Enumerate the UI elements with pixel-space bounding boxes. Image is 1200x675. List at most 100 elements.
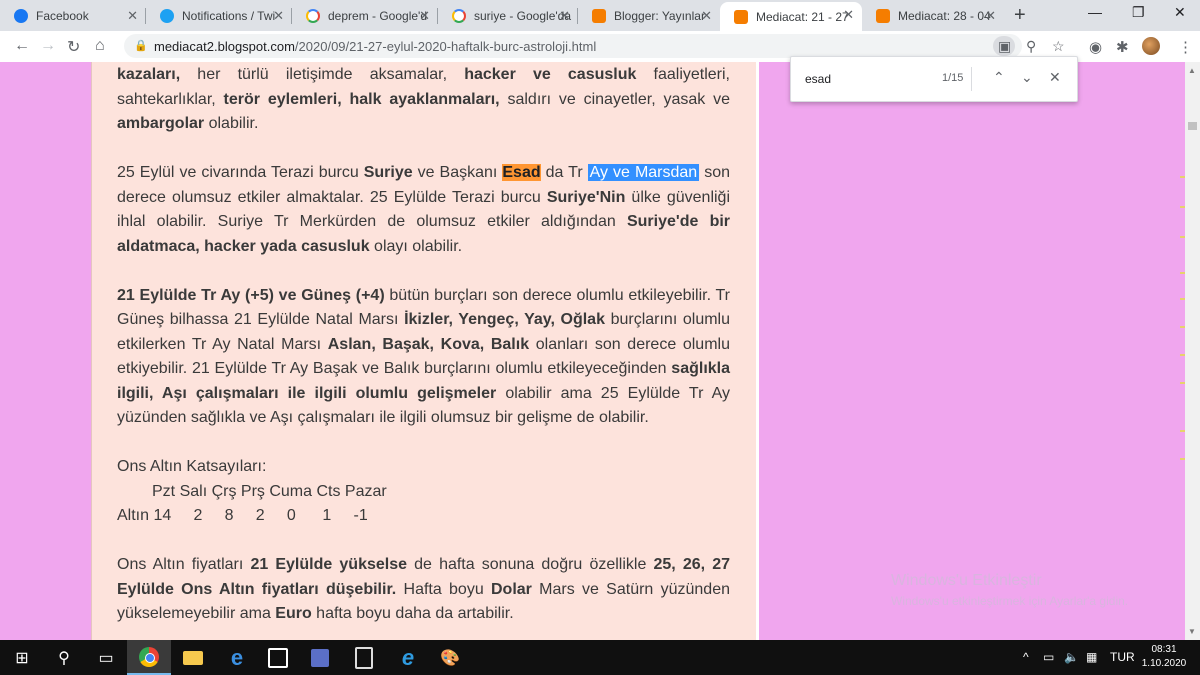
extensions-puzzle-icon[interactable]: ✱ bbox=[1116, 38, 1129, 56]
close-tab-icon[interactable]: ✕ bbox=[985, 8, 996, 24]
taskbar-file-explorer[interactable] bbox=[171, 640, 215, 675]
gold-values-row: Altın 14 2 8 2 0 1 -1 bbox=[117, 507, 368, 524]
reload-icon[interactable]: ↻ bbox=[67, 37, 80, 57]
task-view-button[interactable]: ▭ bbox=[84, 640, 128, 675]
watermark-title: Windows'u Etkinleştir bbox=[891, 572, 1042, 589]
edge-icon: e bbox=[230, 644, 244, 670]
battery-icon[interactable]: ▭ bbox=[1043, 650, 1054, 664]
find-input[interactable]: esad bbox=[805, 72, 831, 86]
taskbar-edge[interactable]: e bbox=[215, 640, 259, 675]
text: ve Başkanı bbox=[412, 164, 503, 181]
close-tab-icon[interactable]: ✕ bbox=[701, 8, 712, 24]
scroll-down-icon[interactable]: ▼ bbox=[1188, 627, 1196, 636]
volume-icon[interactable]: 🔈 bbox=[1064, 650, 1079, 664]
close-tab-icon[interactable]: ✕ bbox=[843, 7, 854, 23]
extension-circle-icon[interactable]: ◉ bbox=[1089, 38, 1102, 56]
lock-icon[interactable]: 🔒 bbox=[134, 39, 148, 52]
folder-icon bbox=[183, 650, 203, 665]
page-viewport: kazaları, her türlü iletişimde aksamalar… bbox=[0, 62, 1200, 640]
bold-text: Suriye'Nin bbox=[546, 188, 626, 206]
language-indicator[interactable]: TUR bbox=[1110, 650, 1135, 664]
profile-avatar[interactable] bbox=[1142, 37, 1160, 55]
find-match-current: Esad bbox=[502, 164, 541, 181]
bold-text: 21 Eylülde yükselse bbox=[250, 556, 408, 573]
restore-icon[interactable]: ❐ bbox=[1132, 4, 1145, 21]
zoom-icon[interactable]: ⚲ bbox=[1026, 38, 1036, 55]
close-tab-icon[interactable]: ✕ bbox=[127, 8, 138, 24]
close-window-icon[interactable]: ✕ bbox=[1174, 4, 1186, 21]
clock[interactable]: 08:31 1.10.2020 bbox=[1134, 643, 1194, 671]
taskbar-chrome[interactable] bbox=[127, 640, 171, 675]
paragraph-3: 21 Eylülde Tr Ay (+5) ve Güneş (+4) bütü… bbox=[117, 284, 730, 431]
search-icon: ⚲ bbox=[58, 649, 70, 667]
close-tab-icon[interactable]: ✕ bbox=[419, 8, 430, 24]
chrome-icon bbox=[139, 646, 159, 667]
tab-facebook[interactable]: Facebook ✕ bbox=[0, 3, 146, 29]
watermark-subtitle: Windows'u etkinleştirmek için Ayarlar'a … bbox=[891, 594, 1129, 608]
menu-kebab-icon[interactable]: ⋮ bbox=[1178, 38, 1193, 56]
tab-google-deprem[interactable]: deprem - Google'd ✕ bbox=[292, 3, 438, 29]
home-icon[interactable]: ⌂ bbox=[95, 37, 105, 55]
google-icon bbox=[306, 9, 320, 23]
store-icon bbox=[268, 647, 288, 668]
close-tab-icon[interactable]: ✕ bbox=[273, 8, 284, 24]
page-scrollbar[interactable]: ▲ ▼ bbox=[1185, 62, 1200, 640]
new-tab-icon[interactable]: + bbox=[1014, 4, 1026, 27]
taskbar-word[interactable] bbox=[298, 640, 342, 675]
bold-text: Suriye bbox=[363, 164, 413, 181]
tab-google-suriye[interactable]: suriye - Google'da ✕ bbox=[438, 3, 578, 29]
find-in-page-icon[interactable]: ▣ bbox=[998, 38, 1011, 55]
tab-blogger[interactable]: Blogger: Yayınlar ✕ bbox=[578, 3, 720, 29]
tab-twitter[interactable]: Notifications / Twi ✕ bbox=[146, 3, 292, 29]
bold-text: Aslan, Başak, Kova, Balık bbox=[327, 335, 530, 353]
bold-text: 21 Eylülde Tr Ay (+5) ve Güneş (+4) bbox=[117, 286, 385, 304]
find-next-icon[interactable]: ⌄ bbox=[1021, 69, 1033, 86]
tab-strip: Facebook ✕ Notifications / Twi ✕ deprem … bbox=[0, 0, 1200, 31]
paragraph-1: kazaları, her türlü iletişimde aksamalar… bbox=[117, 63, 730, 137]
scroll-up-icon[interactable]: ▲ bbox=[1188, 66, 1196, 75]
taskbar-internet-explorer[interactable]: e bbox=[386, 640, 430, 675]
gold-days-row: Pzt Salı Çrş Prş Cuma Cts Pazar bbox=[152, 482, 387, 500]
find-divider bbox=[971, 67, 972, 91]
google-icon bbox=[452, 9, 466, 23]
find-previous-icon[interactable]: ⌃ bbox=[993, 69, 1005, 86]
taskbar-store[interactable] bbox=[256, 640, 300, 675]
scrollbar-thumb[interactable] bbox=[1188, 122, 1197, 130]
text: olabilir. bbox=[204, 115, 259, 132]
minimize-icon[interactable]: — bbox=[1088, 4, 1102, 20]
twitter-icon bbox=[160, 9, 174, 23]
back-icon[interactable]: ← bbox=[14, 37, 30, 55]
facebook-icon bbox=[14, 9, 28, 23]
clock-date: 1.10.2020 bbox=[1141, 658, 1187, 669]
taskbar-calculator[interactable] bbox=[342, 640, 386, 675]
bookmark-star-icon[interactable]: ☆ bbox=[1052, 38, 1065, 55]
paragraph-4: Ons Altın fiyatları 21 Eylülde yükselse … bbox=[117, 553, 730, 627]
find-bar: esad 1/15 ⌃ ⌄ ✕ bbox=[790, 56, 1078, 102]
find-close-icon[interactable]: ✕ bbox=[1049, 69, 1061, 86]
taskbar-paint[interactable]: 🎨 bbox=[428, 640, 472, 675]
url-text[interactable]: mediacat2.blogspot.com/2020/09/21-27-eyl… bbox=[154, 39, 596, 54]
text: Hafta boyu bbox=[396, 580, 491, 598]
internet-explorer-icon: e bbox=[401, 644, 415, 670]
forward-icon[interactable]: → bbox=[40, 37, 56, 55]
text: her türlü iletişimde aksamalar, bbox=[180, 66, 465, 83]
paragraph-2: 25 Eylül ve civarında Terazi burcu Suriy… bbox=[117, 161, 730, 259]
text: hafta boyu daha da artabilir. bbox=[311, 605, 514, 622]
gold-heading: Ons Altın Katsayıları: bbox=[117, 458, 267, 475]
article-body: kazaları, her türlü iletişimde aksamalar… bbox=[91, 62, 759, 640]
bold-text: terör eylemleri, halk ayaklanmaları, bbox=[223, 90, 500, 108]
bold-text: hacker ve casusluk bbox=[464, 66, 637, 83]
close-tab-icon[interactable]: ✕ bbox=[559, 8, 570, 24]
blogger-icon bbox=[876, 9, 890, 23]
text: olayı olabilir. bbox=[369, 237, 463, 255]
address-bar[interactable]: 🔒 mediacat2.blogspot.com/2020/09/21-27-e… bbox=[124, 34, 1065, 58]
bold-text: ambargolar bbox=[117, 115, 205, 132]
search-button[interactable]: ⚲ bbox=[42, 640, 86, 675]
start-button[interactable]: ⊞ bbox=[0, 640, 44, 675]
paint-icon: 🎨 bbox=[440, 649, 460, 667]
text: saldırı ve cinayetler, yasak ve bbox=[499, 90, 730, 108]
tab-mediacat-next[interactable]: Mediacat: 28 - 04 ✕ bbox=[862, 3, 1004, 29]
tab-mediacat-active[interactable]: Mediacat: 21 - 27 ✕ bbox=[720, 2, 862, 31]
network-icon[interactable]: ▦ bbox=[1086, 650, 1097, 664]
tray-chevron-icon[interactable]: ^ bbox=[1023, 650, 1029, 664]
